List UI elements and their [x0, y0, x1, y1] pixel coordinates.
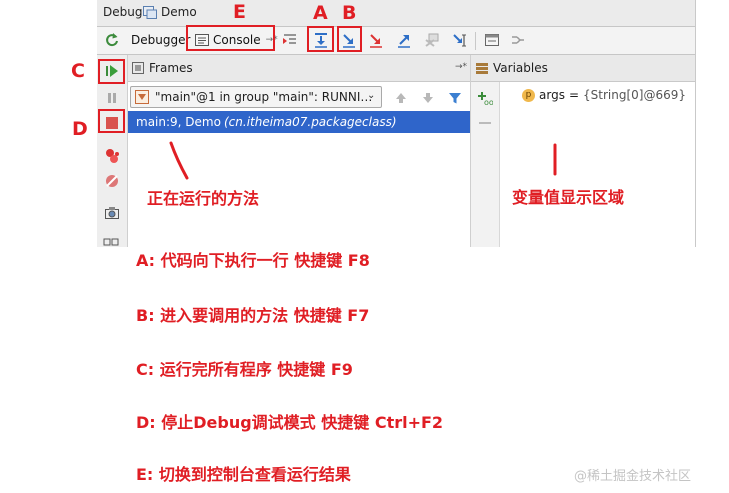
rerun-icon[interactable]	[101, 29, 123, 51]
frame-package: (cn.itheima07.packageclass)	[224, 115, 397, 129]
callout-letter-d: D	[72, 118, 88, 140]
pin-frames-icon[interactable]: →*	[455, 62, 467, 72]
frames-icon	[132, 62, 144, 74]
variables-title: Variables	[493, 61, 548, 75]
callout-box-step-over	[307, 26, 334, 52]
frames-pane-header: Frames →*	[128, 55, 470, 82]
run-config-icon	[143, 6, 157, 19]
force-step-into-icon[interactable]	[365, 29, 387, 51]
frame-list-item[interactable]: main:9, Demo (cn.itheima07.packageclass)	[128, 111, 470, 133]
svg-text:oo: oo	[484, 98, 493, 106]
callout-box-step-into	[337, 26, 362, 52]
step-out-icon[interactable]	[393, 29, 415, 51]
variable-equals: =	[568, 88, 580, 102]
callout-stroke-variables	[553, 143, 557, 176]
remove-watch-icon[interactable]	[479, 122, 491, 124]
variables-pane-header: Variables	[471, 55, 695, 82]
trace-stream-icon[interactable]	[507, 29, 529, 51]
callout-box-stop	[98, 109, 125, 133]
watermark: @稀土掘金技术社区	[574, 469, 692, 484]
toolbar-separator	[475, 32, 476, 50]
mute-breakpoints-icon[interactable]	[101, 170, 123, 192]
chevron-down-icon: ⌄	[367, 90, 376, 101]
callout-box-resume	[98, 59, 125, 84]
variables-side-toolbar: oo	[471, 82, 500, 247]
layout-settings-icon[interactable]	[103, 236, 119, 246]
view-breakpoints-icon[interactable]	[101, 145, 123, 167]
callout-letter-c: C	[71, 60, 85, 82]
thread-selector-value: "main"@1 in group "main": RUNNI…	[155, 90, 373, 104]
get-thread-dump-icon[interactable]	[101, 202, 123, 224]
drop-frame-icon[interactable]	[421, 29, 443, 51]
run-to-cursor-icon[interactable]	[449, 29, 471, 51]
note-resume: C: 运行完所有程序 快捷键 F9	[136, 360, 353, 379]
parameter-badge-icon: p	[522, 88, 535, 102]
variables-pane: p args = {String[0]@669}	[500, 82, 695, 247]
thread-icon	[135, 90, 149, 104]
filter-frames-icon[interactable]	[444, 87, 466, 109]
variable-row[interactable]: p args = {String[0]@669}	[522, 88, 686, 102]
next-frame-icon[interactable]	[417, 87, 439, 109]
evaluate-expression-icon[interactable]	[481, 29, 503, 51]
new-watch-icon[interactable]: oo	[474, 87, 496, 109]
callout-box-console	[186, 25, 275, 51]
variables-caption: 变量值显示区域	[512, 188, 625, 207]
show-execution-point-icon[interactable]	[279, 29, 301, 51]
note-stop: D: 停止Debug调试模式 快捷键 Ctrl+F2	[136, 413, 444, 432]
callout-letter-e: E	[233, 1, 246, 23]
frame-method: main:9, Demo	[136, 115, 221, 129]
note-console: E: 切换到控制台查看运行结果	[136, 465, 351, 484]
note-step-over: A: 代码向下执行一行 快捷键 F8	[136, 251, 370, 270]
pause-program-icon[interactable]	[101, 87, 123, 109]
debug-title-bar: Debug Demo	[97, 0, 695, 27]
callout-letter-a: A	[313, 2, 328, 24]
frames-title: Frames	[149, 61, 193, 75]
note-step-into: B: 进入要调用的方法 快捷键 F7	[136, 306, 370, 325]
debug-window-title: Debug	[103, 5, 143, 19]
callout-stroke-frames	[169, 141, 189, 180]
variable-value: {String[0]@669}	[583, 88, 686, 102]
thread-selector[interactable]: "main"@1 in group "main": RUNNI… ⌄	[130, 86, 382, 108]
callout-letter-b: B	[342, 2, 357, 24]
tab-debugger[interactable]: Debugger	[131, 33, 190, 47]
frames-caption: 正在运行的方法	[147, 189, 260, 208]
previous-frame-icon[interactable]	[390, 87, 412, 109]
run-config-name: Demo	[161, 5, 197, 19]
variables-icon	[476, 62, 488, 74]
variable-name: args	[539, 88, 565, 102]
